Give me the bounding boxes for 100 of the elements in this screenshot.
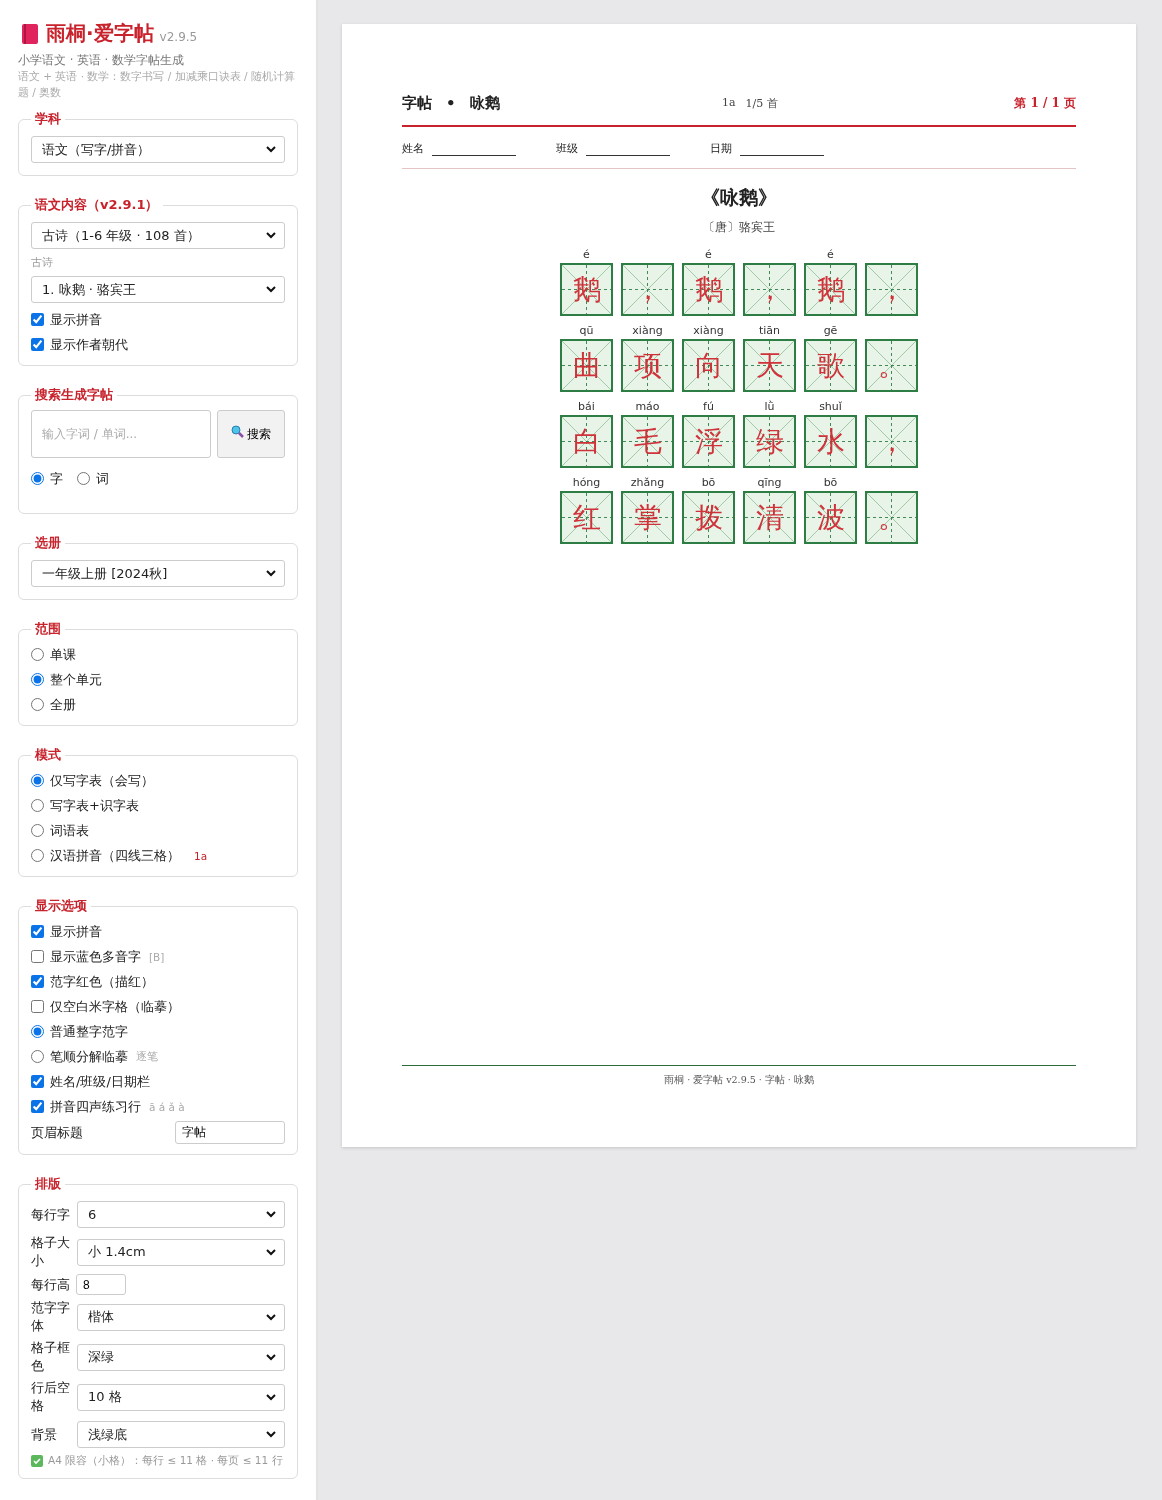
chevron-down-icon	[266, 1211, 276, 1218]
dropdown[interactable]: 浅绿底	[77, 1421, 285, 1448]
dropdown[interactable]: 楷体	[77, 1303, 285, 1331]
option-tag: 1a	[194, 849, 208, 862]
model-character: 浮	[694, 427, 723, 456]
dropdown[interactable]: 10 格	[77, 1383, 285, 1411]
model-character: 拨	[694, 503, 723, 532]
section-title: 排版	[34, 1175, 62, 1193]
model-character: 红	[572, 503, 601, 532]
checkbox-label: 显示蓝色多音字	[50, 947, 141, 966]
field-label: 每行高	[31, 1275, 70, 1294]
field-caption: 古诗	[31, 255, 54, 270]
radio-label: 写字表+识字表	[50, 796, 139, 815]
radio-button[interactable]	[31, 824, 44, 837]
pinyin-text: zhǎng	[630, 476, 665, 490]
poem-author: 〔唐〕骆宾王	[702, 219, 776, 236]
checkbox[interactable]	[31, 1000, 44, 1013]
radio-button[interactable]	[77, 472, 90, 485]
checkbox[interactable]	[31, 313, 44, 326]
checkbox[interactable]	[31, 925, 44, 938]
radio-label: 普通整字范字	[50, 1022, 128, 1041]
checkbox[interactable]	[31, 338, 44, 351]
checkbox[interactable]	[31, 950, 44, 963]
search-icon	[230, 425, 244, 438]
option-hint: ā á ǎ à	[149, 1100, 185, 1113]
radio-label: 汉语拼音（四线三格）	[50, 846, 180, 865]
radio-button[interactable]	[31, 774, 44, 787]
poem-title: 《咏鹅》	[700, 185, 778, 210]
dropdown[interactable]: 深绿	[77, 1343, 285, 1371]
model-character: 绿	[755, 427, 784, 456]
chevron-down-icon	[266, 146, 276, 153]
radio-button[interactable]	[31, 648, 44, 661]
radio-button[interactable]	[31, 472, 44, 485]
checkbox[interactable]	[31, 975, 44, 988]
radio-button[interactable]	[31, 849, 44, 862]
pinyin-text: bō	[823, 476, 838, 490]
chevron-down-icon	[266, 1313, 276, 1321]
section-title: 搜索生成字帖	[34, 386, 114, 404]
pinyin-text: bái	[578, 400, 595, 414]
pinyin-text: tiān	[758, 324, 781, 338]
field-label: 页眉标题	[31, 1123, 83, 1142]
dropdown[interactable]: 古诗（1-6 年级 · 108 首）	[31, 222, 285, 249]
text-field[interactable]: 字帖	[175, 1121, 285, 1144]
field-label: 班级	[556, 141, 578, 156]
pinyin-text: shuǐ	[819, 400, 842, 414]
radio-button[interactable]	[31, 1050, 44, 1063]
dropdown[interactable]: 语文（写字/拼音）	[31, 136, 285, 163]
dropdown[interactable]: 小 1.4cm	[77, 1238, 285, 1266]
pinyin-text: qīng	[757, 476, 782, 490]
checkbox-label: 显示拼音	[50, 922, 102, 941]
field-label: 每行字	[31, 1205, 71, 1224]
section-title: 模式	[33, 746, 62, 764]
model-character: 鹅	[694, 275, 723, 304]
model-character: 鹅	[816, 275, 845, 304]
checkbox-label: 显示作者朝代	[50, 335, 128, 354]
radio-button[interactable]	[31, 799, 44, 812]
chevron-down-icon	[266, 1393, 276, 1401]
field-label: 格子框色	[31, 1339, 71, 1375]
chevron-down-icon	[266, 1431, 276, 1438]
level-label: 1a	[722, 96, 736, 111]
search-field[interactable]: 输入字词 / 单词...	[31, 410, 211, 458]
poem-name: 咏鹅	[469, 94, 500, 113]
field-label: 格子大小	[31, 1234, 71, 1270]
pinyin-text: é	[827, 248, 834, 262]
section-title: 选册	[34, 534, 62, 552]
section-title: 显示选项	[34, 897, 88, 915]
radio-button[interactable]	[31, 1025, 44, 1038]
dropdown[interactable]: 6	[77, 1201, 285, 1228]
radio-label: 字	[50, 469, 63, 488]
model-character: 鹅	[572, 275, 601, 304]
dropdown[interactable]: 1. 咏鹅 · 骆宾王	[31, 276, 285, 303]
checkbox-label: 仅空白米字格（临摹）	[50, 997, 180, 1016]
section-title: 范围	[34, 620, 62, 638]
radio-label: 单课	[50, 645, 76, 664]
model-character: ，	[877, 275, 906, 304]
field-label: 行后空格	[31, 1379, 71, 1415]
model-character: 曲	[572, 351, 601, 380]
dropdown[interactable]: 一年级上册 [2024秋]	[31, 560, 285, 587]
model-character: 水	[816, 427, 845, 456]
book-icon	[22, 23, 38, 44]
model-character: 向	[694, 351, 723, 380]
radio-button[interactable]	[31, 673, 44, 686]
field-label: 范字字体	[31, 1299, 71, 1335]
pinyin-text: gē	[823, 324, 838, 338]
radio-button[interactable]	[31, 698, 44, 711]
search-button[interactable]: 搜索	[217, 410, 285, 458]
page-footer: 雨桐 · 爱字帖 v2.9.5 · 字帖 · 咏鹅	[402, 1065, 1076, 1087]
checkbox[interactable]	[31, 1075, 44, 1088]
model-character: 项	[633, 351, 662, 380]
radio-label: 笔顺分解临摹	[50, 1047, 128, 1066]
checkbox[interactable]	[31, 1100, 44, 1113]
number-field[interactable]: 8	[76, 1274, 126, 1295]
page-number: 第 1 / 1 页	[1014, 95, 1076, 112]
pinyin-text: é	[583, 248, 590, 262]
pinyin-text: hóng	[572, 476, 601, 490]
model-character: 波	[816, 503, 845, 532]
sheet-title: 字帖	[402, 94, 432, 113]
chevron-down-icon	[266, 1353, 276, 1361]
pinyin-text: é	[705, 248, 712, 262]
checkbox-label: 姓名/班级/日期栏	[50, 1072, 150, 1091]
